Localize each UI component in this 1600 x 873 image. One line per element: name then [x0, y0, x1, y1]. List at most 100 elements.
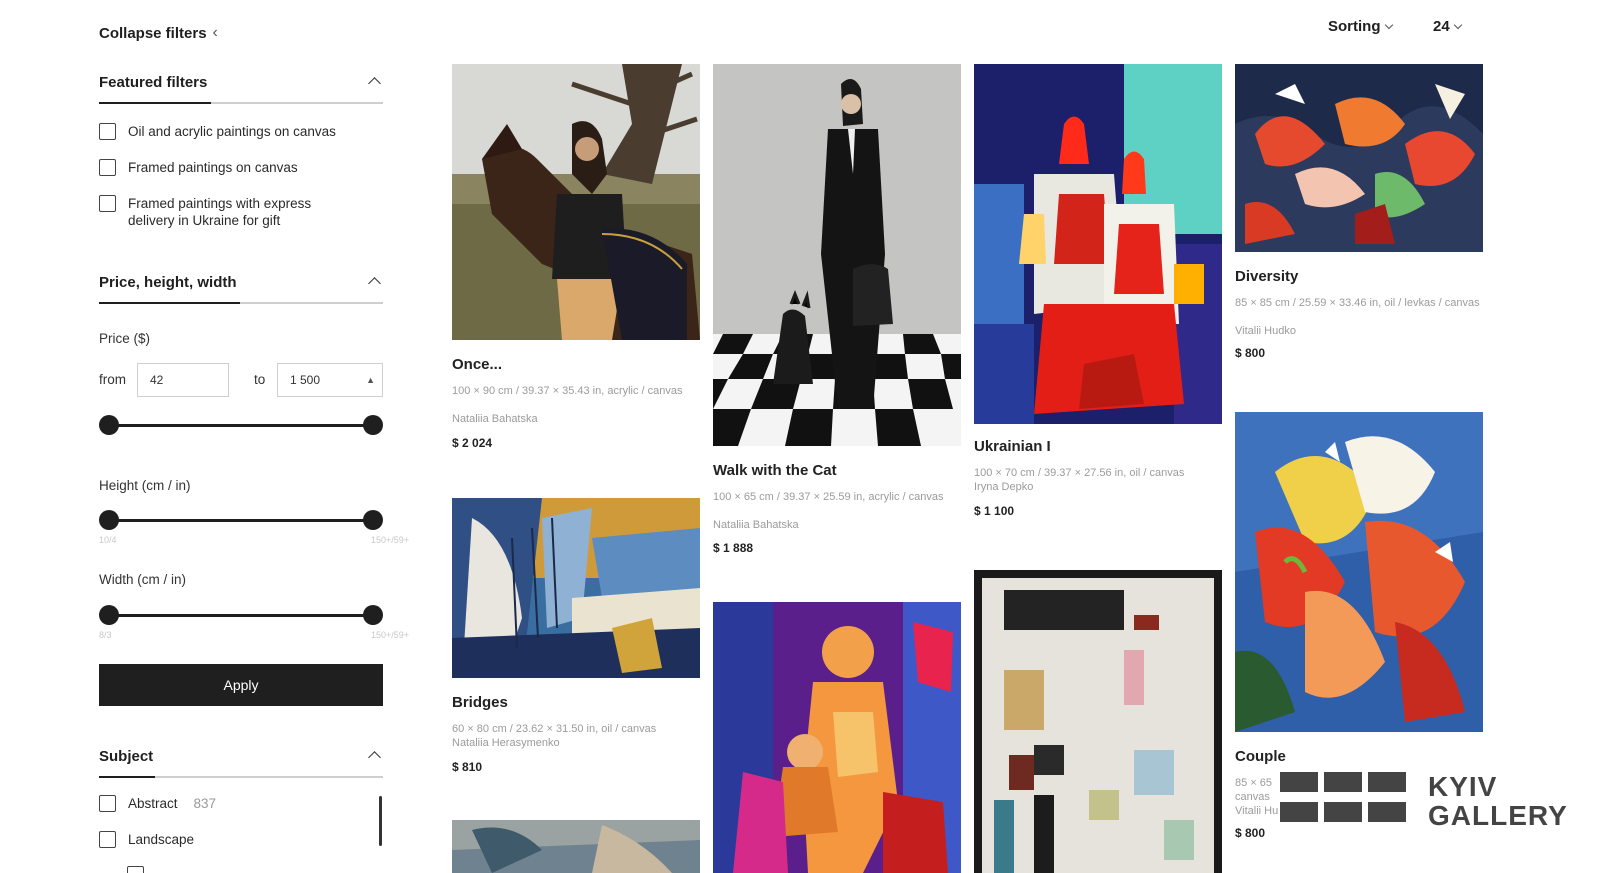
checkbox[interactable] — [99, 123, 116, 140]
section-underline — [99, 302, 240, 304]
checkbox[interactable] — [99, 831, 116, 848]
kyiv-gallery-logo: KYIV GALLERY — [1280, 772, 1580, 832]
from-label: from — [99, 372, 126, 387]
price-label: Price ($) — [99, 331, 151, 346]
slider-max-handle[interactable] — [363, 510, 383, 530]
artwork-artist[interactable]: Nataliia Herasymenko — [452, 736, 700, 750]
slider-min-handle[interactable] — [99, 605, 119, 625]
artwork-title[interactable]: Diversity — [1235, 268, 1298, 285]
subject-option-label: Abstract — [128, 796, 178, 811]
filters-sidebar: Collapse filters ‹ Featured filters Oil … — [99, 0, 409, 873]
subject-option-label: Landscape — [128, 832, 195, 847]
subject-scrollbar[interactable] — [379, 796, 382, 846]
width-slider[interactable] — [99, 605, 383, 625]
artwork-title[interactable]: Ukrainian I — [974, 438, 1051, 455]
checkbox[interactable] — [99, 159, 116, 176]
slider-min-handle[interactable] — [99, 415, 119, 435]
height-label: Height (cm / in) — [99, 478, 191, 493]
artwork-specs: 100 × 90 cm / 39.37 × 35.43 in, acrylic … — [452, 385, 683, 397]
slider-track — [109, 519, 373, 522]
artwork-specs: 100 × 70 cm / 39.37 × 27.56 in, oil / ca… — [974, 467, 1185, 479]
sub-checkbox[interactable] — [127, 866, 144, 873]
slider-max-handle[interactable] — [363, 605, 383, 625]
checkbox[interactable] — [99, 795, 116, 812]
width-max-value: 150+/59+ — [370, 630, 409, 640]
sorting-label: Sorting — [1328, 18, 1381, 35]
filter-option-framed-canvas[interactable]: Framed paintings on canvas — [99, 159, 298, 176]
artwork-artist[interactable]: Vitalii Hudko — [1235, 324, 1483, 338]
subject-option-abstract[interactable]: Abstract 837 — [99, 795, 216, 812]
artwork-price: $ 1 888 — [713, 541, 754, 555]
artwork-price: $ 1 100 — [974, 504, 1015, 518]
price-from-input[interactable] — [137, 363, 229, 397]
artwork-image[interactable] — [974, 64, 1222, 424]
artwork-title[interactable]: Once... — [452, 356, 502, 373]
artwork-artist[interactable]: Iryna Depko — [974, 480, 1222, 494]
width-range-values: 8/3 150+/59+ — [99, 630, 409, 640]
logo-text: KYIV GALLERY — [1428, 772, 1568, 830]
subject-option-landscape[interactable]: Landscape — [99, 831, 194, 848]
artwork-specs: 60 × 80 cm / 23.62 × 31.50 in, oil / can… — [452, 723, 657, 735]
artwork-specs: 85 × 85 cm / 25.59 × 33.46 in, oil / lev… — [1235, 297, 1480, 309]
artwork-image[interactable] — [1235, 412, 1483, 732]
featured-filters-title: Featured filters — [99, 74, 208, 91]
artwork-image[interactable] — [713, 64, 961, 446]
checkbox[interactable] — [99, 195, 116, 212]
chevron-down-icon — [1384, 20, 1393, 29]
slider-track — [109, 424, 373, 427]
artwork-image[interactable] — [713, 602, 961, 873]
collapse-filters-label: Collapse filters — [99, 24, 207, 42]
slider-min-handle[interactable] — [99, 510, 119, 530]
height-min-value: 10/4 — [99, 535, 117, 545]
subject-filters-title: Subject — [99, 748, 154, 765]
logo-line-1: KYIV — [1428, 771, 1498, 802]
filter-option-label: Framed paintings with express delivery i… — [128, 196, 312, 228]
artwork-artist[interactable]: Nataliia Bahatska — [452, 412, 700, 426]
chevron-left-icon: ‹ — [212, 24, 218, 41]
height-range-values: 10/4 150+/59+ — [99, 535, 409, 545]
apply-button[interactable]: Apply — [99, 664, 383, 706]
chevron-up-icon — [368, 751, 381, 764]
artwork-title[interactable]: Walk with the Cat — [713, 462, 837, 479]
artwork-image[interactable] — [452, 498, 700, 678]
filter-option-label: Oil and acrylic paintings on canvas — [128, 124, 336, 139]
slider-max-handle[interactable] — [363, 415, 383, 435]
artwork-title[interactable]: Couple — [1235, 748, 1286, 765]
subject-filters-header[interactable]: Subject — [99, 748, 383, 778]
chevron-up-icon — [368, 77, 381, 90]
collapse-filters-button[interactable]: Collapse filters ‹ — [99, 24, 218, 42]
sorting-dropdown[interactable]: Sorting — [1328, 18, 1393, 35]
stepper-arrow-icon[interactable]: ▲ — [366, 375, 375, 385]
per-page-value: 24 — [1433, 18, 1450, 35]
artwork-price: $ 800 — [1235, 346, 1266, 360]
artwork-artist[interactable]: Nataliia Bahatska — [713, 518, 961, 532]
artwork-specs: 100 × 65 cm / 39.37 × 25.59 in, acrylic … — [713, 491, 944, 503]
filter-option-oil-acrylic[interactable]: Oil and acrylic paintings on canvas — [99, 123, 336, 140]
dimensions-filters-title: Price, height, width — [99, 274, 237, 291]
price-range-inputs: from to ▲ — [99, 363, 383, 397]
dimensions-filters-header[interactable]: Price, height, width — [99, 274, 383, 304]
artwork-title[interactable]: Bridges — [452, 694, 508, 711]
filter-option-framed-express[interactable]: Framed paintings with express delivery i… — [99, 195, 339, 229]
section-underline — [99, 776, 155, 778]
filter-option-label: Framed paintings on canvas — [128, 160, 298, 175]
artwork-price: $ 800 — [1235, 826, 1266, 840]
artwork-image[interactable] — [974, 570, 1222, 873]
price-slider[interactable] — [99, 415, 383, 435]
chevron-up-icon — [368, 277, 381, 290]
chevron-down-icon — [1453, 20, 1462, 29]
to-label: to — [254, 372, 266, 387]
artwork-image[interactable] — [1235, 64, 1483, 252]
logo-line-2: GALLERY — [1428, 800, 1568, 831]
artwork-image[interactable] — [452, 820, 700, 873]
per-page-dropdown[interactable]: 24 — [1433, 18, 1462, 35]
artwork-image[interactable] — [452, 64, 700, 340]
height-slider[interactable] — [99, 510, 383, 530]
subject-option-count: 837 — [193, 796, 217, 811]
section-underline — [99, 102, 211, 104]
featured-filters-header[interactable]: Featured filters — [99, 74, 383, 104]
artwork-price: $ 810 — [452, 760, 483, 774]
logo-bars-icon — [1280, 772, 1406, 822]
width-min-value: 8/3 — [99, 630, 112, 640]
slider-track — [109, 614, 373, 617]
